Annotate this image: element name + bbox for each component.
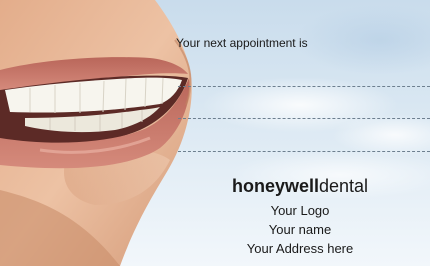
brand-name: honeywelldental xyxy=(190,176,410,197)
address-placeholder: Your Address here xyxy=(246,241,354,256)
appointment-line-2 xyxy=(178,118,430,119)
logo-placeholder: Your Logo xyxy=(270,203,330,218)
appointment-label: Your next appointment is xyxy=(176,36,308,50)
appointment-line-1 xyxy=(178,86,430,87)
name-placeholder: Your name xyxy=(268,222,332,237)
brand-regular: dental xyxy=(318,176,369,196)
appointment-card: Your next appointment is honeywelldental… xyxy=(0,0,430,266)
appointment-line-3 xyxy=(178,151,430,152)
brand-bold: honeywell xyxy=(231,176,319,196)
